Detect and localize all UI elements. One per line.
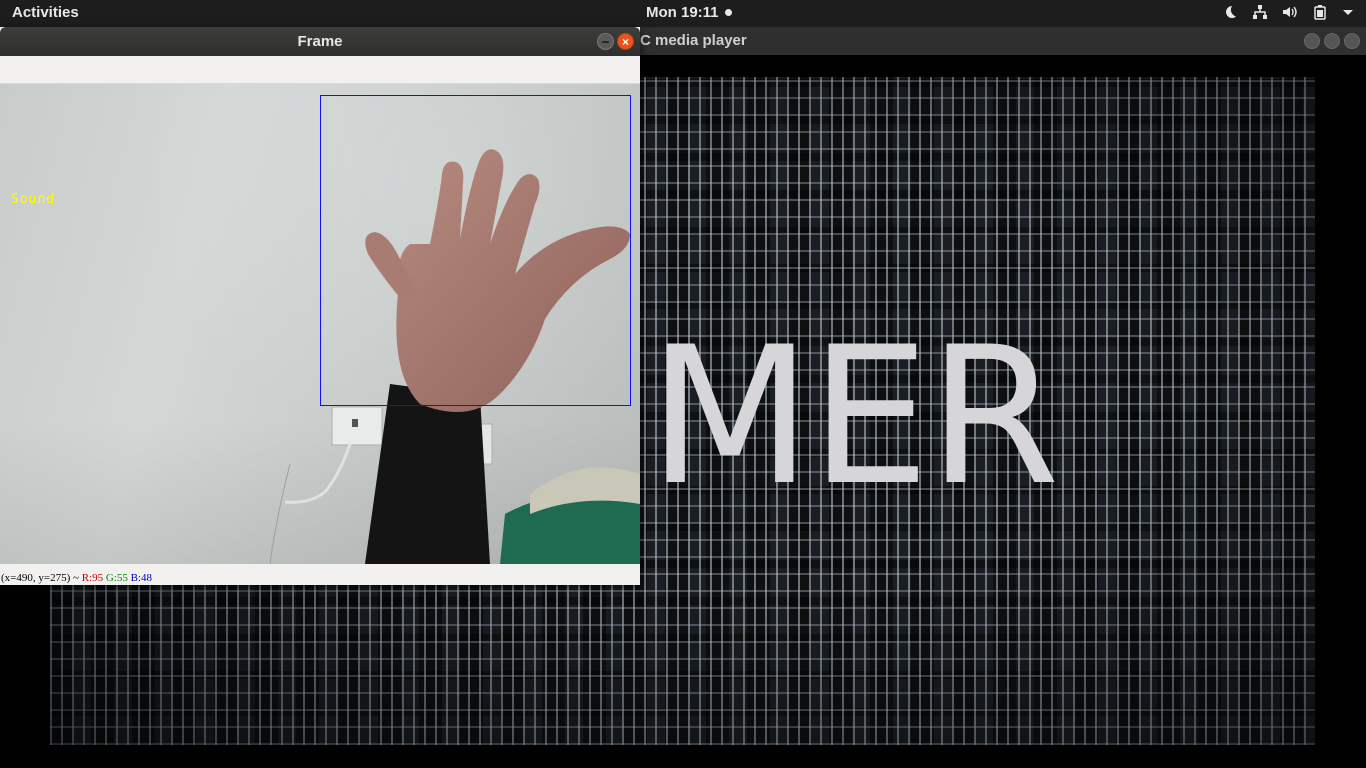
- pixel-red-value: R:95: [81, 572, 104, 584]
- vlc-window-controls: [1304, 33, 1360, 49]
- clock-label: Mon 19:11: [646, 4, 719, 21]
- clock[interactable]: Mon 19:11: [646, 4, 732, 21]
- pixel-blue-value: B:48: [130, 572, 152, 584]
- vlc-minimize-button[interactable]: [1304, 33, 1320, 49]
- network-icon[interactable]: [1252, 4, 1268, 20]
- night-light-icon[interactable]: [1222, 4, 1238, 20]
- battery-icon[interactable]: [1312, 4, 1328, 20]
- roi-bounding-box: [320, 95, 631, 406]
- status-bar: (x=490, y=275) ~ R:95 G:55 B:48: [0, 564, 640, 585]
- cursor-coordinates: (x=490, y=275) ~: [1, 572, 79, 584]
- frame-titlebar[interactable]: Frame ×: [0, 27, 640, 56]
- minimize-button[interactable]: [597, 33, 614, 50]
- movie-title-text: MER: [648, 306, 1060, 527]
- vlc-close-button[interactable]: [1344, 33, 1360, 49]
- frame-window: Frame × Sound (x=490, y=275) ~ R:95 G:55…: [0, 27, 640, 585]
- volume-icon[interactable]: [1282, 4, 1298, 20]
- camera-feed[interactable]: Sound: [0, 84, 640, 564]
- close-icon: ×: [621, 34, 629, 49]
- minimize-icon: [602, 40, 609, 43]
- vlc-maximize-button[interactable]: [1324, 33, 1340, 49]
- frame-toolbar: [0, 56, 640, 84]
- vlc-titlebar[interactable]: C media player: [600, 27, 1366, 55]
- activities-button[interactable]: Activities: [12, 4, 79, 21]
- pixel-green-value: G:55: [105, 572, 128, 584]
- system-menu-arrow-icon[interactable]: [1342, 4, 1354, 20]
- top-bar: Activities Mon 19:11: [0, 0, 1366, 27]
- vlc-window-title: C media player: [640, 32, 747, 49]
- notification-dot-icon: [724, 9, 732, 16]
- close-button[interactable]: ×: [617, 33, 634, 50]
- gesture-label: Sound: [11, 192, 56, 207]
- frame-window-title: Frame: [297, 33, 343, 50]
- system-tray[interactable]: [1222, 4, 1354, 20]
